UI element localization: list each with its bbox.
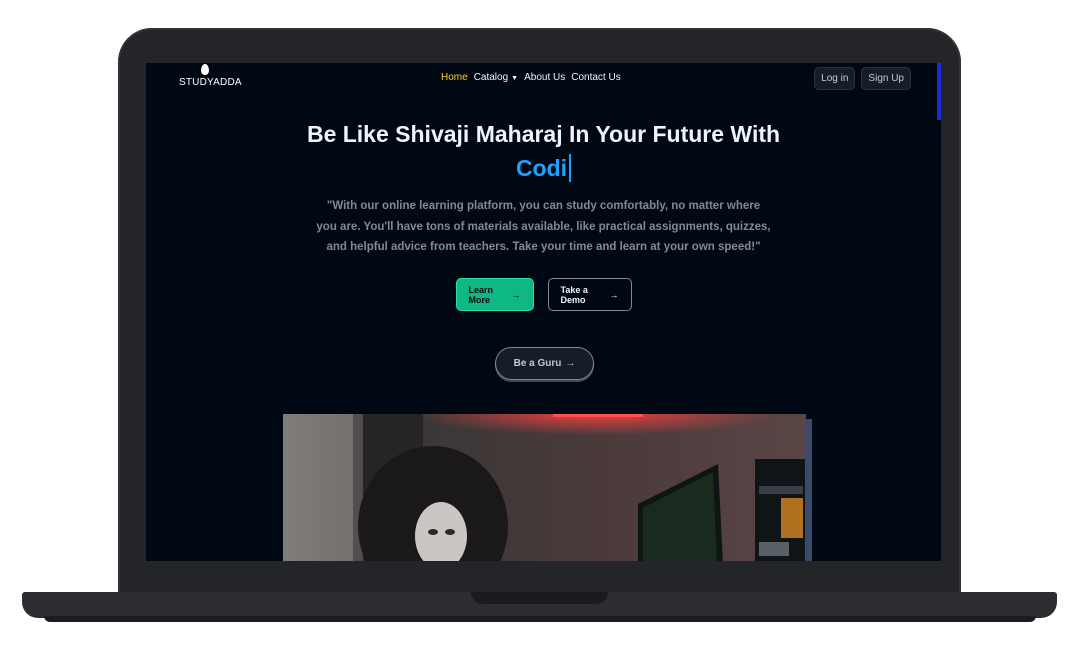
login-button[interactable]: Log in: [814, 67, 856, 90]
signup-button[interactable]: Sign Up: [861, 67, 911, 90]
video-frame-illustration: [283, 414, 806, 561]
typed-text: Codi: [146, 154, 941, 182]
laptop-notch: [471, 592, 608, 604]
cta-row: Learn More → Take a Demo →: [146, 278, 941, 311]
video-shadow: [805, 419, 812, 561]
logo-icon: [201, 64, 209, 75]
nav-about[interactable]: About Us: [524, 72, 565, 83]
nav-contact[interactable]: Contact Us: [571, 72, 620, 83]
hero-title: Be Like Shivaji Maharaj In Your Future W…: [306, 121, 781, 147]
auth-buttons: Log in Sign Up: [814, 67, 911, 90]
arrow-right-icon: →: [609, 289, 619, 300]
typed-word: Codi: [515, 155, 568, 181]
chevron-down-icon: ▼: [511, 75, 519, 82]
main-nav: Home Catalog ▼ About Us Contact Us: [441, 72, 621, 83]
logo[interactable]: STUDYADDA: [179, 63, 242, 91]
arrow-right-icon: →: [511, 289, 521, 300]
hero-video[interactable]: [283, 414, 806, 561]
browser-screen: STUDYADDA Home Catalog ▼ About Us Contact…: [146, 63, 941, 561]
nav-home[interactable]: Home: [441, 72, 468, 83]
laptop-base-shadow: [44, 616, 1036, 622]
nav-catalog-label: Catalog: [473, 72, 509, 83]
hero-description: "With our online learning platform, you …: [316, 200, 771, 253]
learn-more-button[interactable]: Learn More →: [455, 278, 534, 311]
take-demo-label: Take a Demo: [560, 284, 588, 305]
be-guru-button[interactable]: Be a Guru →: [495, 347, 594, 380]
typing-cursor: [569, 154, 572, 182]
learn-more-label: Learn More: [468, 284, 494, 305]
take-demo-button[interactable]: Take a Demo →: [547, 278, 632, 311]
be-guru-label: Be a Guru: [513, 358, 562, 369]
nav-catalog[interactable]: Catalog ▼: [474, 72, 518, 83]
arrow-right-icon: →: [565, 358, 576, 369]
scrollbar[interactable]: [937, 63, 941, 120]
logo-text: STUDYADDA: [179, 77, 242, 88]
